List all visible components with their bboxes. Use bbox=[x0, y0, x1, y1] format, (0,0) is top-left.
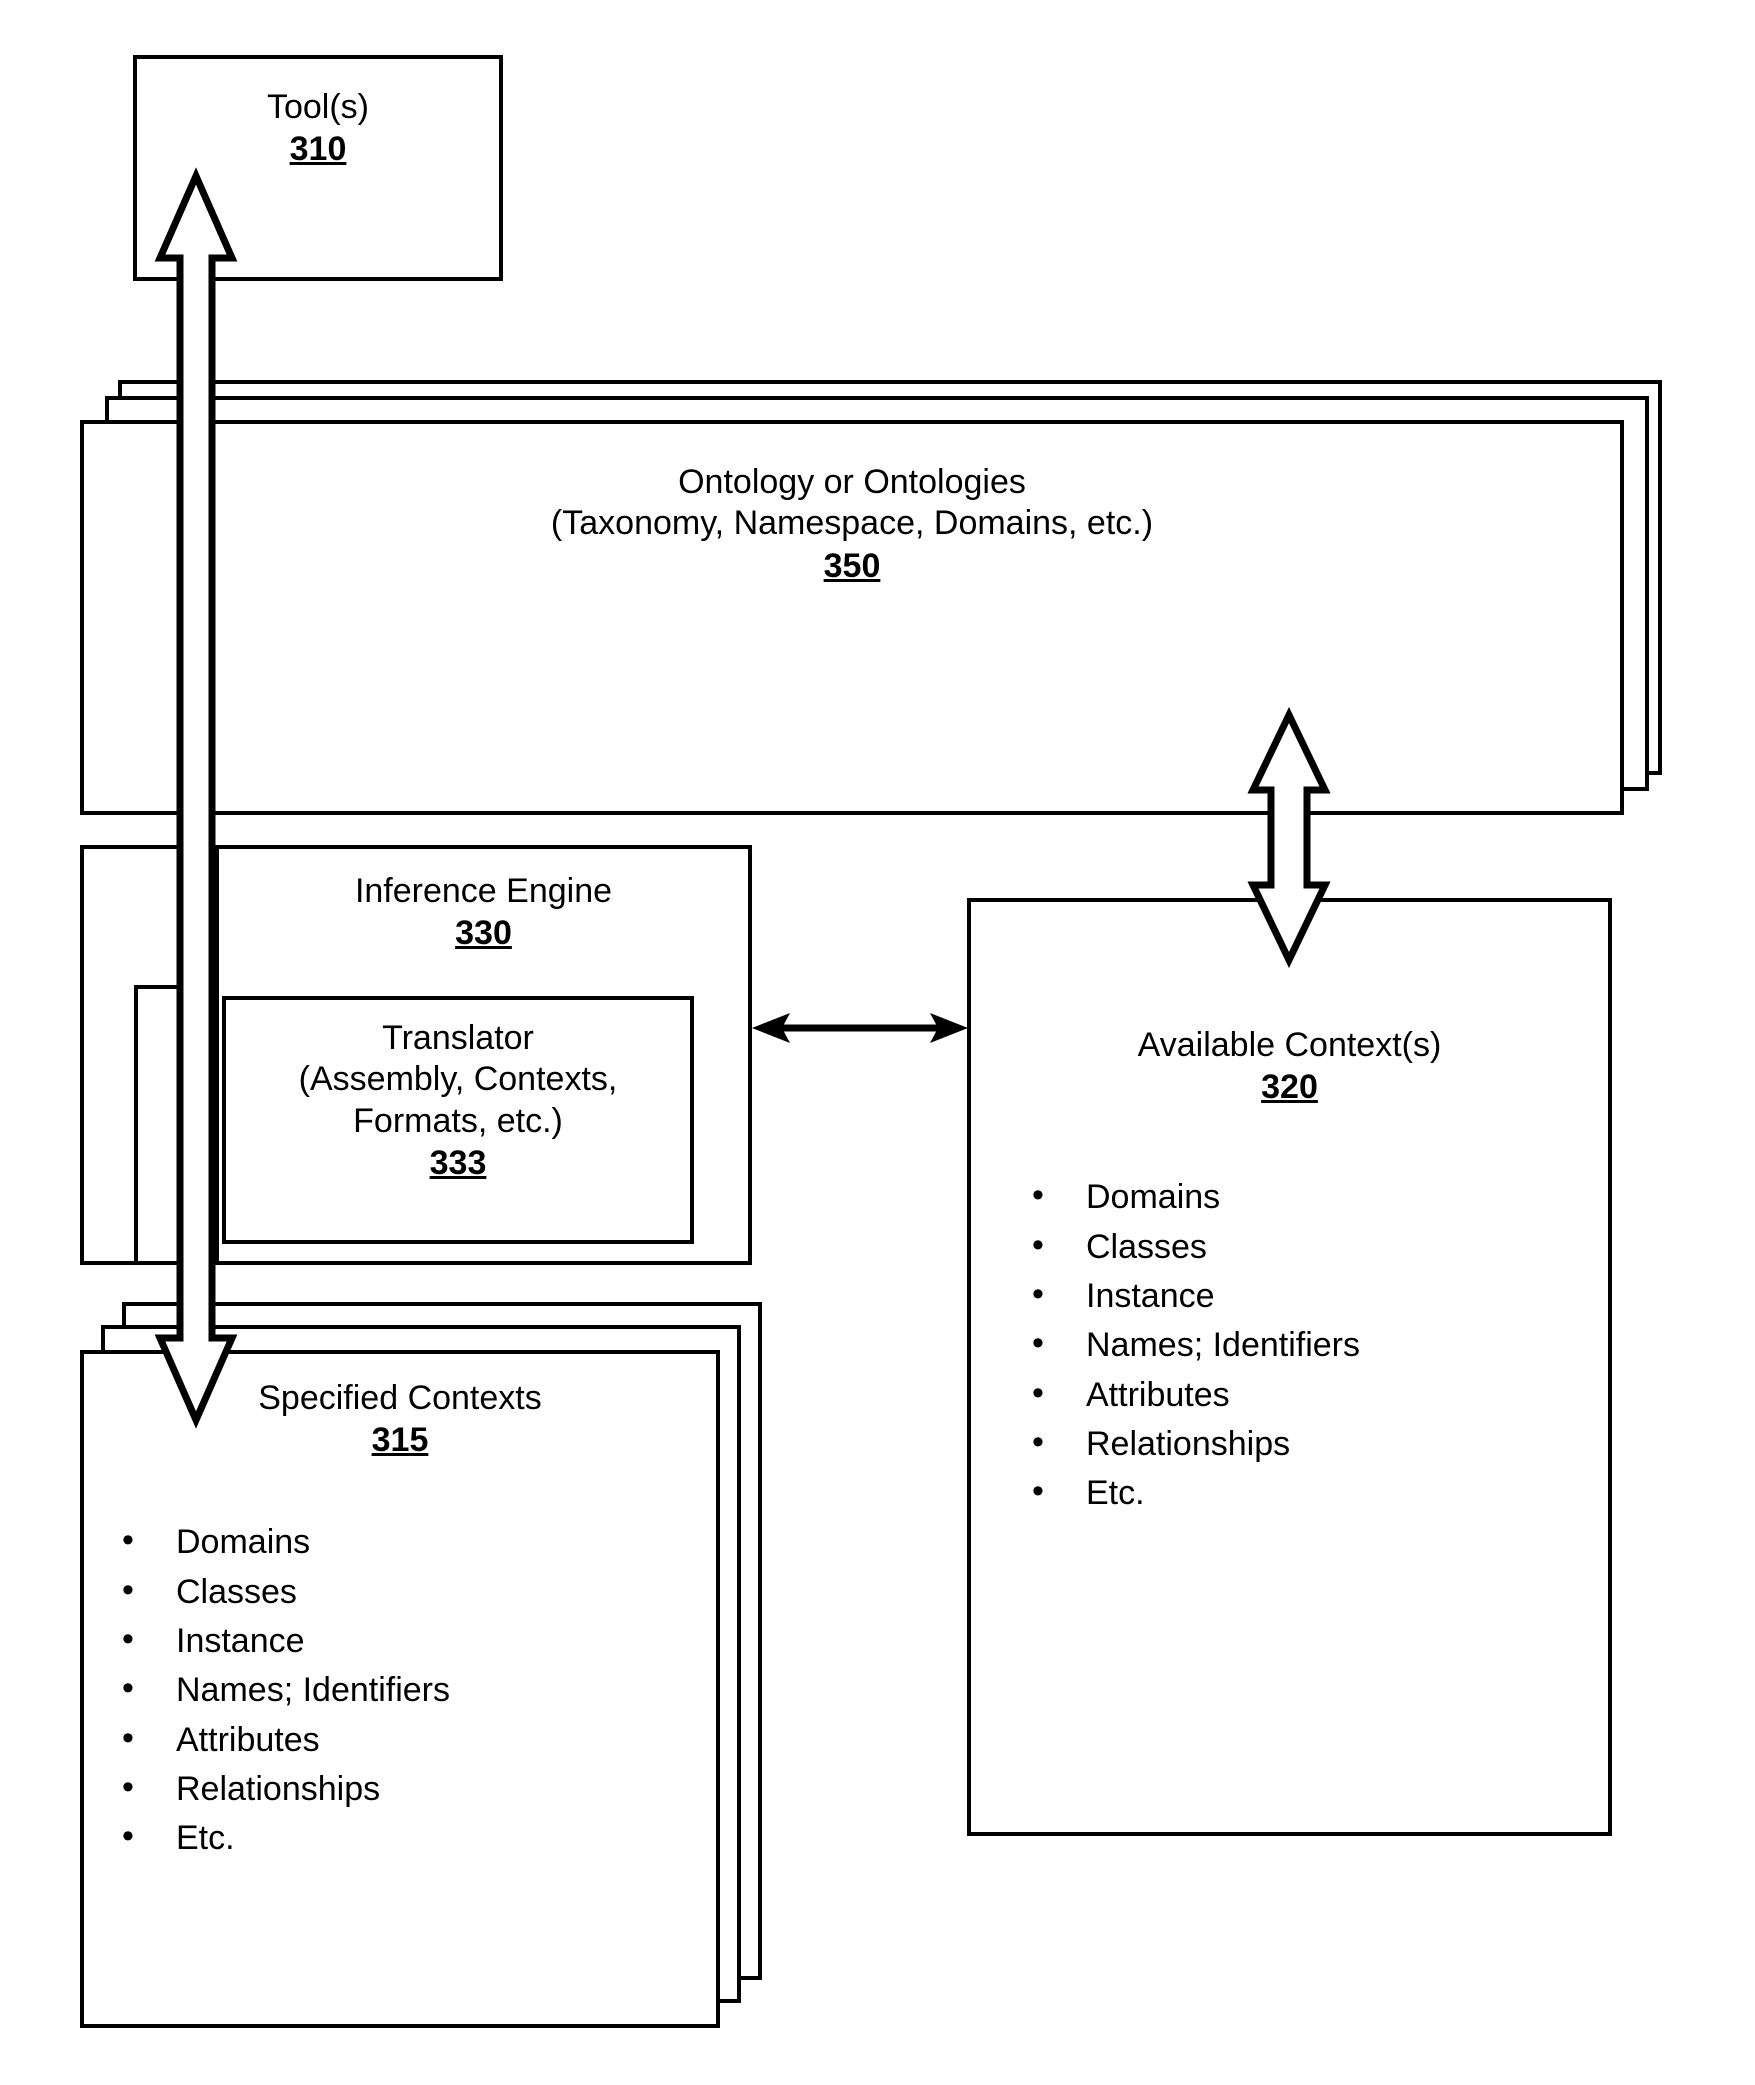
available-contexts-block[interactable]: Available Context(s) 320 Domains Classes… bbox=[967, 898, 1612, 1836]
tools-label: Tool(s) bbox=[266, 88, 370, 126]
list-item: Relationships bbox=[1014, 1418, 1608, 1469]
inference-engine-label: Inference Engine bbox=[354, 872, 613, 910]
inference-engine-ref: 330 bbox=[455, 914, 512, 953]
list-item: Etc. bbox=[104, 1812, 716, 1863]
list-item: Domains bbox=[1014, 1171, 1608, 1222]
specified-contexts-ref: 315 bbox=[371, 1421, 429, 1460]
list-item: Instance bbox=[1014, 1270, 1608, 1321]
available-contexts-ref: 320 bbox=[1261, 1068, 1318, 1107]
list-item: Relationships bbox=[104, 1763, 716, 1814]
list-item: Domains bbox=[104, 1516, 716, 1567]
list-item: Names; Identifiers bbox=[1014, 1319, 1608, 1370]
engine-available-contexts-double-arrow[interactable] bbox=[752, 1013, 968, 1043]
ontology-label: Ontology or Ontologies (Taxonomy, Namesp… bbox=[550, 463, 1154, 543]
translator-label: Translator (Assembly, Contexts, Formats,… bbox=[298, 1019, 618, 1140]
list-item: Names; Identifiers bbox=[104, 1664, 716, 1715]
available-contexts-list: Domains Classes Instance Names; Identifi… bbox=[1014, 1171, 1608, 1518]
list-item: Attributes bbox=[104, 1714, 716, 1765]
translator-block[interactable]: Translator (Assembly, Contexts, Formats,… bbox=[222, 996, 694, 1244]
tools-ref: 310 bbox=[289, 130, 347, 169]
list-item: Instance bbox=[104, 1615, 716, 1666]
ontology-ref: 350 bbox=[823, 546, 881, 585]
figure-canvas: Tool(s) 310 Ontology or Ontologies (Taxo… bbox=[0, 0, 1755, 2085]
specified-contexts-list: Domains Classes Instance Names; Identifi… bbox=[104, 1516, 716, 1863]
list-item: Etc. bbox=[1014, 1467, 1608, 1518]
ontology-block[interactable]: Ontology or Ontologies (Taxonomy, Namesp… bbox=[80, 420, 1624, 815]
specified-contexts-block[interactable]: Specified Contexts 315 Domains Classes I… bbox=[80, 1350, 720, 2028]
list-item: Attributes bbox=[1014, 1369, 1608, 1420]
available-contexts-label: Available Context(s) bbox=[1137, 1026, 1442, 1064]
translator-ref: 333 bbox=[429, 1144, 487, 1183]
list-item: Classes bbox=[1014, 1221, 1608, 1272]
list-item: Classes bbox=[104, 1566, 716, 1617]
